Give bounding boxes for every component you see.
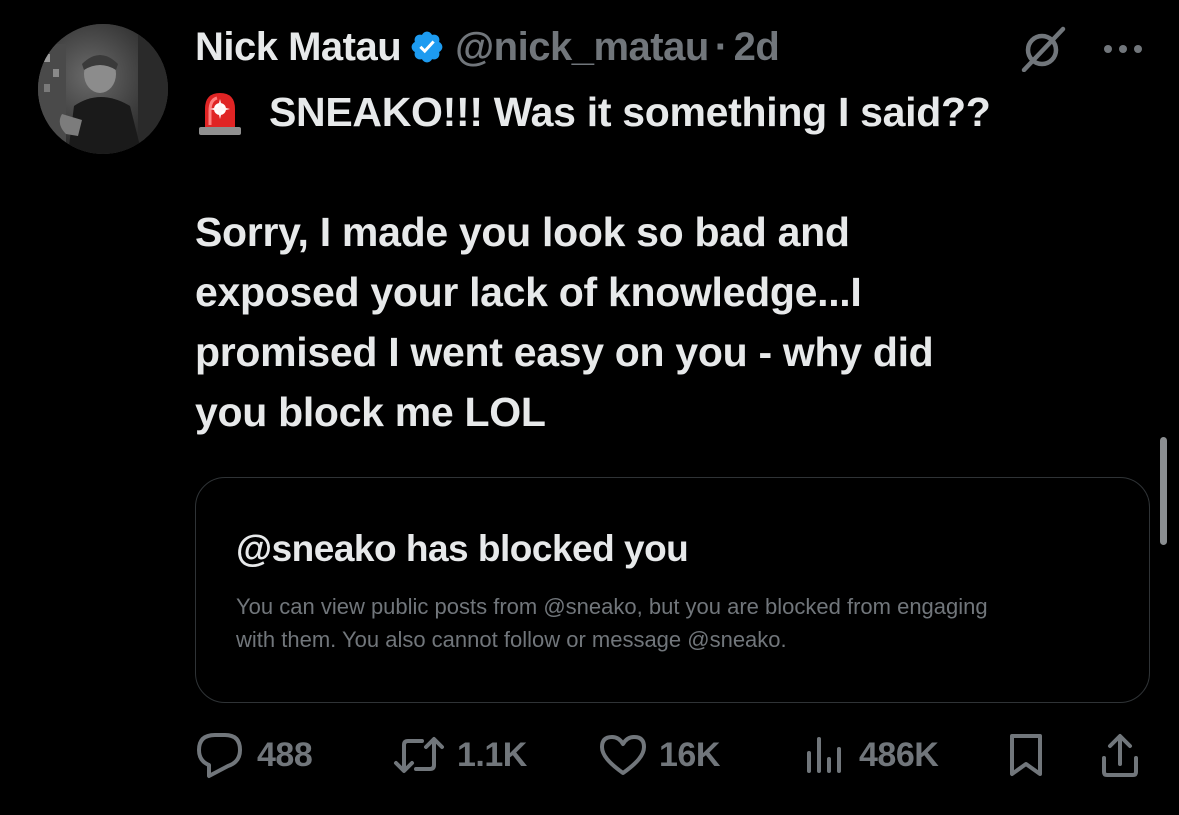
- repost-button[interactable]: 1.1K: [393, 728, 527, 782]
- share-icon: [1098, 732, 1142, 778]
- tweet-paragraph-line: promised I went easy on you - why did: [195, 329, 934, 375]
- author-display-name[interactable]: Nick Matau: [195, 25, 402, 70]
- view-count: 486K: [859, 735, 939, 774]
- blocked-card-description-line: You can view public posts from @sneako, …: [236, 594, 988, 619]
- blocked-quote-card: @sneako has blocked you You can view pub…: [195, 477, 1150, 703]
- tweet-paragraph-line: you block me LOL: [195, 389, 546, 435]
- repost-count: 1.1K: [457, 735, 527, 774]
- bookmark-icon: [1007, 732, 1045, 778]
- more-icon[interactable]: [1103, 43, 1143, 55]
- avatar[interactable]: [38, 24, 168, 154]
- share-button[interactable]: [1098, 728, 1142, 782]
- blocked-card-description-line: with them. You also cannot follow or mes…: [236, 627, 787, 652]
- bookmark-button[interactable]: [1007, 728, 1045, 782]
- reply-count: 488: [257, 735, 313, 774]
- tweet-first-line: SNEAKO!!! Was it something I said??: [195, 82, 1145, 142]
- like-button[interactable]: 16K: [599, 728, 720, 782]
- views-button[interactable]: 486K: [803, 728, 939, 782]
- tweet-text: SNEAKO!!! Was it something I said?? Sorr…: [195, 82, 1145, 442]
- like-count: 16K: [659, 735, 720, 774]
- heart-icon: [599, 733, 647, 777]
- post-timestamp[interactable]: 2d: [734, 25, 780, 70]
- scrollbar[interactable]: [1160, 437, 1167, 545]
- repost-icon: [393, 734, 445, 776]
- header-actions: [1019, 26, 1143, 72]
- author-handle[interactable]: @nick_matau: [455, 25, 709, 70]
- reply-icon: [195, 731, 245, 779]
- grok-icon[interactable]: [1019, 26, 1069, 72]
- views-icon: [803, 735, 847, 775]
- siren-emoji-icon: [195, 87, 245, 137]
- tweet-paragraph-line: Sorry, I made you look so bad and: [195, 209, 850, 255]
- separator-dot: ·: [714, 24, 728, 69]
- tweet-line-1: SNEAKO!!! Was it something I said??: [269, 89, 991, 135]
- tweet-paragraph-line: exposed your lack of knowledge...I: [195, 269, 862, 315]
- action-bar: 488 1.1K 16K 486K: [195, 728, 1150, 782]
- blocked-card-title: @sneako has blocked you: [236, 528, 689, 569]
- verified-badge-icon[interactable]: [409, 29, 445, 65]
- avatar-photo: [38, 24, 168, 154]
- tweet-paragraph-2: Sorry, I made you look so bad and expose…: [195, 202, 1145, 442]
- reply-button[interactable]: 488: [195, 728, 313, 782]
- tweet-header: Nick Matau @nick_matau · 2d: [195, 22, 780, 72]
- blocked-card-description: You can view public posts from @sneako, …: [236, 590, 1116, 656]
